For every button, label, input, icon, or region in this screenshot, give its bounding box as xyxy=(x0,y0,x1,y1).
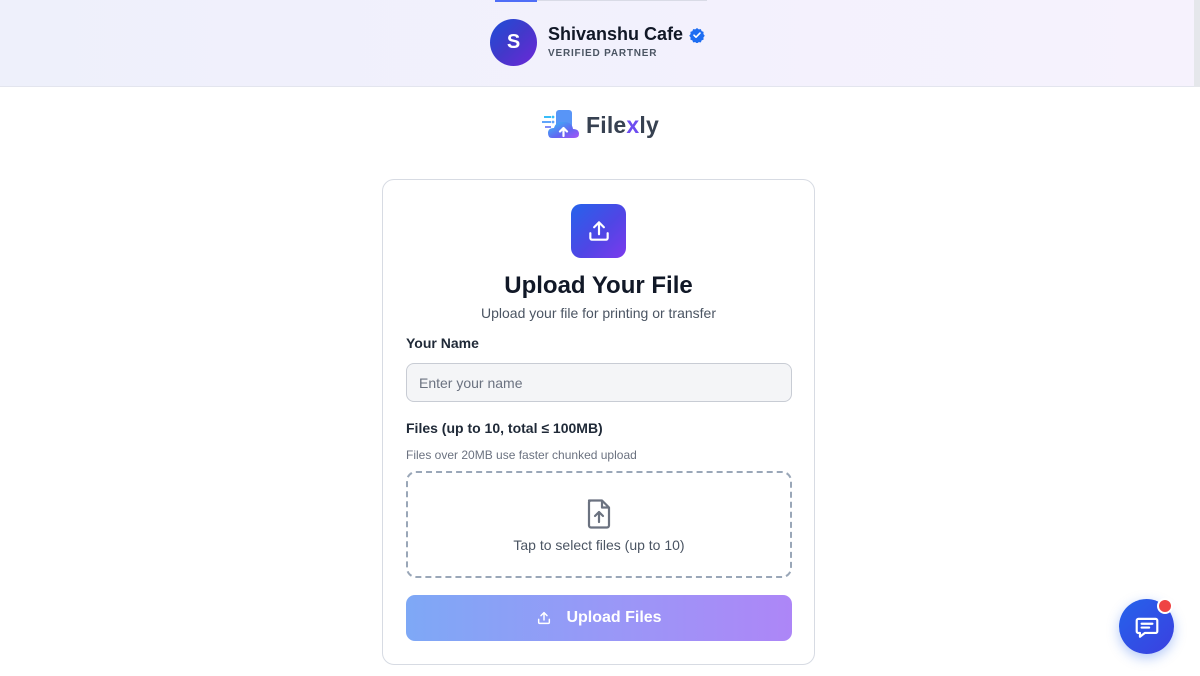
scrollbar-track[interactable] xyxy=(1194,0,1200,87)
files-hint: Files over 20MB use faster chunked uploa… xyxy=(406,448,637,462)
files-label: Files (up to 10, total ≤ 100MB) xyxy=(406,420,603,436)
partner-name-text: Shivanshu Cafe xyxy=(548,24,684,44)
filexly-logo: Filexly xyxy=(542,108,659,142)
file-dropzone[interactable]: Tap to select files (up to 10) xyxy=(406,471,792,578)
verified-check-icon xyxy=(689,27,705,43)
upload-icon xyxy=(538,611,551,625)
partner-name: Shivanshu Cafe xyxy=(548,24,705,45)
logo-text-end: ly xyxy=(639,111,660,138)
upload-badge xyxy=(571,204,626,258)
dropzone-text: Tap to select files (up to 10) xyxy=(513,537,685,553)
partner-header: S Shivanshu Cafe VERIFIED PARTNER xyxy=(0,0,1200,87)
filexly-logo-icon xyxy=(542,110,579,138)
upload-files-label: Upload Files xyxy=(566,609,662,626)
verified-partner-badge: VERIFIED PARTNER xyxy=(548,48,658,59)
upload-files-button[interactable]: Upload Files xyxy=(406,595,792,641)
logo-wordmark: Filexly xyxy=(586,112,659,139)
header-accent-bar xyxy=(495,0,537,2)
logo-text-accent: x xyxy=(626,111,640,138)
name-label: Your Name xyxy=(406,335,479,351)
notification-dot xyxy=(1157,598,1173,614)
logo-text-start: File xyxy=(586,111,627,138)
page-title: Upload Your File xyxy=(504,272,693,299)
chat-icon xyxy=(1135,617,1158,638)
header-divider xyxy=(537,0,707,1)
file-upload-icon xyxy=(587,499,611,529)
upload-icon xyxy=(588,221,609,241)
name-input[interactable] xyxy=(406,363,792,402)
page-subtitle: Upload your file for printing or transfe… xyxy=(481,305,716,321)
avatar: S xyxy=(490,19,537,66)
upload-card: Upload Your File Upload your file for pr… xyxy=(382,179,815,665)
